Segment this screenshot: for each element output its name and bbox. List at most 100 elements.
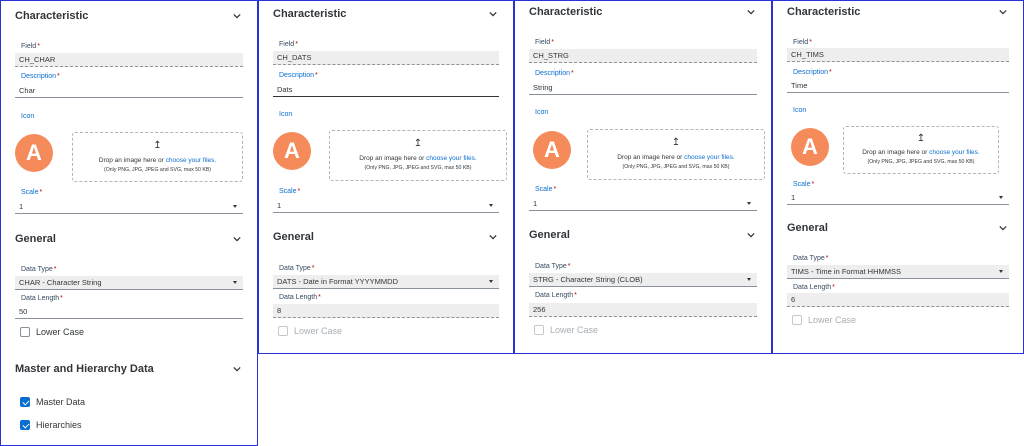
chevron-down-icon[interactable] [999,8,1007,16]
dropdown-arrow-icon[interactable] [747,278,751,281]
section-title: Master and Hierarchy Data [15,363,154,375]
characteristic-section-header[interactable]: Characteristic [273,4,503,24]
checkbox-label: Lower Case [550,325,599,335]
avatar: A [15,134,53,172]
description-label: Description* [21,73,60,80]
scale-label: Scale* [793,181,815,188]
dropdown-arrow-icon[interactable] [233,281,237,284]
choose-files-link[interactable]: choose your files. [426,155,477,162]
dropdown-arrow-icon[interactable] [233,205,237,208]
description-label: Description* [535,70,574,77]
data-type-label: Data Type* [535,263,571,270]
field-label: Field* [279,41,298,48]
checkbox-icon [792,315,802,325]
characteristic-section-header[interactable]: Characteristic [787,2,1013,22]
characteristic-section-header[interactable]: Characteristic [529,2,761,22]
chevron-down-icon[interactable] [233,365,241,373]
image-drop-zone[interactable]: ↥ Drop an image here or choose your file… [843,126,999,174]
checkbox-icon [534,325,544,335]
drop-hint: (Only PNG, JPG, JPEG and SVG, max 50 KB) [364,165,472,171]
description-input[interactable]: Time [787,79,1009,93]
icon-label: Icon [279,111,293,118]
dropdown-arrow-icon[interactable] [999,196,1003,199]
choose-files-link[interactable]: choose your files. [929,149,980,156]
field-input: CH_CHAR [15,53,243,67]
data-type-select[interactable]: TIMS - Time in Format HHMMSS [787,265,1009,279]
data-type-select[interactable]: CHAR - Character String [15,276,243,290]
data-length-input: 8 [273,304,499,318]
general-section-header[interactable]: General [15,229,247,249]
checkbox-label: Master Data [36,397,86,407]
dropdown-arrow-icon[interactable] [489,204,493,207]
checkbox-icon[interactable] [20,397,30,407]
checkbox-icon[interactable] [20,327,30,337]
drop-hint: (Only PNG, JPG, JPEG and SVG, max 50 KB) [867,159,975,165]
drop-text: Drop an image here or [359,155,425,162]
checkbox-icon[interactable] [20,420,30,430]
characteristic-section-header[interactable]: Characteristic [15,6,247,26]
data-length-input: 256 [529,303,757,317]
hierarchies-checkbox[interactable]: Hierarchies [20,420,82,430]
panel-char: Characteristic Field* CH_CHAR Descriptio… [0,0,258,446]
panel-dats: Characteristic Field* CH_DATS Descriptio… [258,0,514,354]
scale-select[interactable]: 1 [787,191,1009,205]
section-title: Characteristic [15,10,89,22]
image-drop-zone[interactable]: ↥ Drop an image here or choose your file… [587,129,765,180]
chevron-down-icon[interactable] [233,235,241,243]
checkbox-label: Hierarchies [36,420,82,430]
scale-select[interactable]: 1 [273,199,499,213]
icon-label: Icon [21,113,35,120]
description-label: Description* [793,69,832,76]
description-input[interactable]: Dats [273,83,499,97]
data-length-label: Data Length* [21,295,63,302]
data-type-select[interactable]: DATS - Date in Format YYYYMMDD [273,275,499,289]
choose-files-link[interactable]: choose your files. [684,154,735,161]
drop-hint: (Only PNG, JPG, JPEG and SVG, max 50 KB) [104,167,211,173]
image-drop-zone[interactable]: ↥ Drop an image here or choose your file… [329,130,507,181]
data-length-label: Data Length* [535,292,577,299]
data-length-label: Data Length* [793,284,835,291]
image-drop-zone[interactable]: ↥ Drop an image here or choose your file… [72,132,243,182]
lower-case-checkbox: Lower Case [792,315,856,325]
chevron-down-icon[interactable] [489,233,497,241]
dropdown-arrow-icon[interactable] [999,270,1003,273]
scale-label: Scale* [279,188,301,195]
section-title: Characteristic [273,8,347,20]
data-type-select[interactable]: STRG - Character String (CLOB) [529,273,757,287]
scale-label: Scale* [21,189,43,196]
master-data-checkbox[interactable]: Master Data [20,397,85,407]
checkbox-label: Lower Case [294,326,343,336]
data-length-input[interactable]: 50 [15,305,243,319]
drop-text: Drop an image here or [862,149,928,156]
checkbox-label: Lower Case [36,327,85,337]
chevron-down-icon[interactable] [747,231,755,239]
data-length-label: Data Length* [279,294,321,301]
section-title: Characteristic [787,6,861,18]
chevron-down-icon[interactable] [489,10,497,18]
upload-icon: ↥ [153,140,162,151]
icon-label: Icon [535,109,549,116]
drop-hint: (Only PNG, JPG, JPEG and SVG, max 50 KB) [622,164,730,170]
general-section-header[interactable]: General [273,227,503,247]
checkbox-icon [278,326,288,336]
chevron-down-icon[interactable] [233,12,241,20]
description-input[interactable]: String [529,81,757,95]
master-hierarchy-section-header[interactable]: Master and Hierarchy Data [15,359,247,379]
section-title: General [15,233,56,245]
general-section-header[interactable]: General [529,225,761,245]
lower-case-checkbox[interactable]: Lower Case [20,327,84,337]
chevron-down-icon[interactable] [747,8,755,16]
scale-select[interactable]: 1 [529,197,757,211]
description-input[interactable]: Char [15,84,243,98]
field-label: Field* [21,43,40,50]
choose-files-link[interactable]: choose your files. [166,157,217,164]
section-title: General [273,231,314,243]
avatar: A [273,132,311,170]
chevron-down-icon[interactable] [999,224,1007,232]
avatar: A [533,131,571,169]
dropdown-arrow-icon[interactable] [747,202,751,205]
data-type-label: Data Type* [21,266,57,273]
dropdown-arrow-icon[interactable] [489,280,493,283]
scale-select[interactable]: 1 [15,200,243,214]
general-section-header[interactable]: General [787,218,1013,238]
